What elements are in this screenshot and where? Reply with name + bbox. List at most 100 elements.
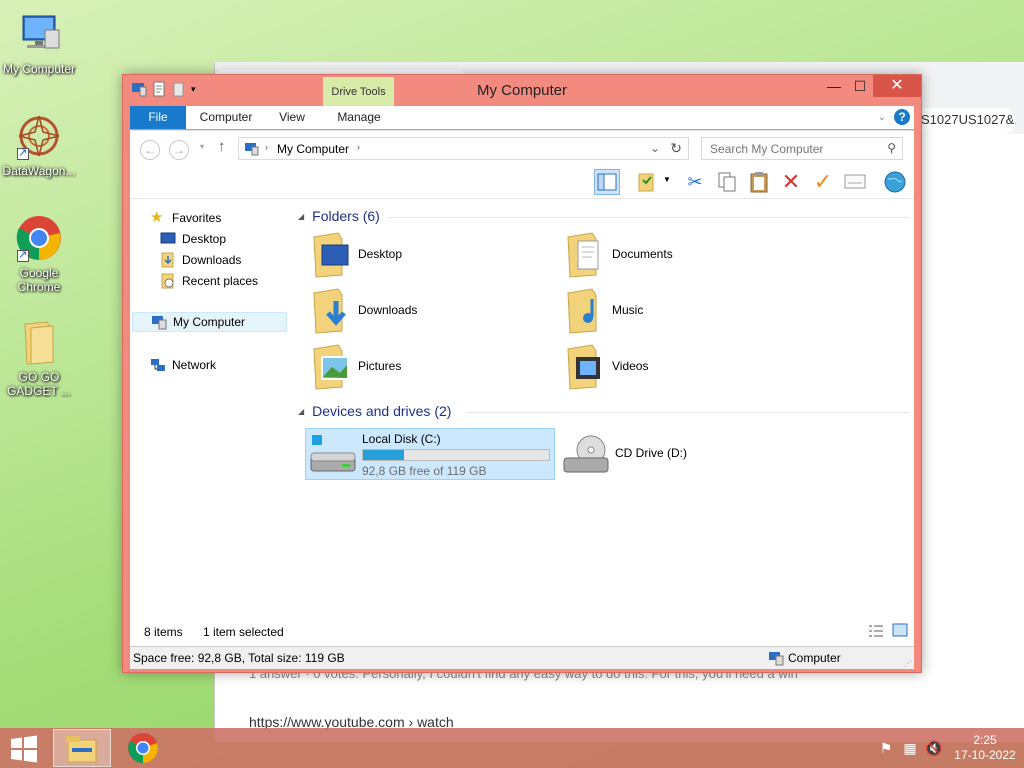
- group-header-drives[interactable]: ◢ Devices and drives (2): [298, 403, 451, 419]
- large-icons-view-icon[interactable]: [892, 623, 908, 640]
- delete-icon[interactable]: ✕: [778, 169, 804, 195]
- clock-time: 2:25: [973, 733, 997, 747]
- search-box[interactable]: ⚲: [701, 137, 903, 160]
- close-button[interactable]: ✕: [873, 75, 921, 97]
- tab-manage[interactable]: Manage: [324, 106, 394, 129]
- computer-small-icon: [244, 142, 260, 159]
- desktop-icon-go-go-gadget[interactable]: GO GO GADGET ...: [0, 318, 78, 398]
- nav-item-network[interactable]: Network: [150, 355, 216, 375]
- breadcrumb[interactable]: My Computer: [277, 142, 349, 156]
- folder-label: Desktop: [358, 247, 403, 261]
- selection-count: 1 item selected: [203, 625, 284, 639]
- details-bar: Space free: 92,8 GB, Total size: 119 GB …: [130, 646, 914, 669]
- computer-small-icon: [151, 314, 167, 330]
- rename-check-icon[interactable]: ✓: [810, 169, 836, 195]
- nav-item-downloads[interactable]: Downloads: [160, 250, 241, 270]
- details-view-icon[interactable]: [868, 624, 884, 641]
- drive-usage-fill: [363, 450, 404, 460]
- taskbar: ⚑ ▦ 🔇 2:25 17-10-2022: [0, 728, 1024, 768]
- address-bar[interactable]: › My Computer › ⌄ ↻: [238, 137, 689, 160]
- drive-label: Local Disk (C:): [362, 432, 441, 446]
- folder-label: Downloads: [358, 303, 418, 317]
- desktop-icon-datawagon[interactable]: DataWagon...: [0, 112, 78, 178]
- clock[interactable]: 2:25 17-10-2022: [946, 733, 1024, 763]
- globe-icon[interactable]: [882, 169, 908, 195]
- window-title: My Computer: [476, 82, 568, 99]
- navigation-pane: ★ Favorites Desktop Downloads Recent pla…: [130, 199, 290, 609]
- tab-view[interactable]: View: [270, 106, 314, 129]
- group-divider: [388, 217, 910, 218]
- window-controls: — ☐ ✕: [821, 75, 921, 97]
- address-dropdown-icon[interactable]: ⌄: [650, 141, 660, 155]
- back-button[interactable]: ←: [140, 140, 160, 160]
- minimize-button[interactable]: —: [821, 75, 847, 97]
- copy-icon[interactable]: [714, 169, 740, 195]
- hard-drive-icon: [308, 433, 358, 480]
- chrome-icon: [15, 214, 63, 262]
- shortcut-arrow-icon: [17, 146, 29, 160]
- nav-label: My Computer: [173, 315, 246, 329]
- nav-item-my-computer[interactable]: My Computer: [132, 312, 287, 332]
- desktop-icon-google-chrome[interactable]: Google Chrome: [0, 214, 78, 294]
- drive-usage-bar: [362, 449, 550, 461]
- tab-file[interactable]: File: [130, 106, 186, 129]
- maximize-button[interactable]: ☐: [847, 75, 873, 97]
- clock-date: 17-10-2022: [954, 748, 1016, 762]
- volume-muted-icon[interactable]: 🔇: [922, 740, 946, 757]
- collapse-arrow-icon[interactable]: ◢: [298, 407, 304, 416]
- up-button[interactable]: ↑: [218, 138, 226, 155]
- navigation-pane-button[interactable]: [594, 169, 620, 195]
- folder-item[interactable]: Documents: [562, 231, 802, 283]
- desktop-icon-my-computer[interactable]: My Computer: [0, 10, 78, 76]
- drive-item-d[interactable]: CD Drive (D:): [559, 428, 809, 480]
- taskbar-file-explorer[interactable]: [53, 729, 111, 767]
- nav-favorites[interactable]: ★ Favorites: [150, 208, 221, 228]
- folder-label: Pictures: [358, 359, 402, 373]
- status-bar: 8 items 1 item selected: [130, 609, 914, 646]
- search-input[interactable]: [702, 138, 872, 159]
- explorer-window[interactable]: ▾ Drive Tools My Computer — ☐ ✕ File Com…: [122, 74, 922, 673]
- cd-drive-icon: [561, 432, 611, 479]
- paste-icon[interactable]: [746, 169, 772, 195]
- folder-item[interactable]: Videos: [562, 343, 802, 395]
- breadcrumb-separator-icon[interactable]: ›: [265, 142, 268, 152]
- breadcrumb-separator-icon[interactable]: ›: [357, 142, 360, 152]
- tab-computer[interactable]: Computer: [194, 106, 258, 129]
- action-center-flag-icon[interactable]: ⚑: [874, 740, 898, 757]
- forward-button[interactable]: →: [169, 140, 189, 160]
- datawagon-icon: [15, 112, 63, 160]
- collapse-arrow-icon[interactable]: ◢: [298, 212, 304, 221]
- nav-label: Network: [172, 358, 217, 372]
- desktop-small-icon: [160, 231, 176, 247]
- downloads-folder-icon: [310, 287, 356, 335]
- folder-item[interactable]: Music: [562, 287, 802, 339]
- toolbar-dropdown-icon[interactable]: ▼: [663, 175, 671, 184]
- drive-item-c[interactable]: Local Disk (C:) 92,8 GB free of 119 GB: [305, 428, 555, 480]
- search-icon[interactable]: ⚲: [887, 141, 896, 155]
- pictures-folder-icon: [310, 343, 356, 391]
- folder-label: Documents: [612, 247, 673, 261]
- group-header-folders[interactable]: ◢ Folders (6): [298, 208, 380, 224]
- cut-icon[interactable]: ✂: [682, 169, 708, 195]
- folder-item[interactable]: Downloads: [308, 287, 548, 339]
- resize-grip-icon[interactable]: ⋰: [904, 659, 912, 668]
- documents-folder-icon: [564, 231, 610, 279]
- title-bar[interactable]: ▾ Drive Tools My Computer — ☐ ✕: [123, 75, 921, 106]
- taskbar-google-chrome[interactable]: [114, 729, 172, 767]
- refresh-icon[interactable]: ↻: [670, 140, 682, 157]
- folder-item[interactable]: Desktop: [308, 231, 548, 283]
- network-status-icon[interactable]: ▦: [898, 740, 922, 757]
- nav-item-desktop[interactable]: Desktop: [160, 229, 226, 249]
- checklist-folder-icon[interactable]: [634, 169, 660, 195]
- recent-places-icon: [160, 273, 176, 289]
- start-button[interactable]: [0, 729, 58, 767]
- folder-item[interactable]: Pictures: [308, 343, 548, 395]
- star-icon: ★: [150, 209, 164, 226]
- properties-icon[interactable]: [842, 169, 868, 195]
- browser-url-bar[interactable]: S1027US1027&...: [915, 108, 1016, 134]
- expand-ribbon-icon[interactable]: ⌄: [878, 112, 886, 123]
- nav-item-recent-places[interactable]: Recent places: [160, 271, 258, 291]
- recent-locations-icon[interactable]: ▾: [200, 142, 204, 151]
- help-icon[interactable]: ?: [894, 109, 910, 125]
- file-list: ◢ Folders (6) Desktop Documents Download…: [292, 199, 914, 609]
